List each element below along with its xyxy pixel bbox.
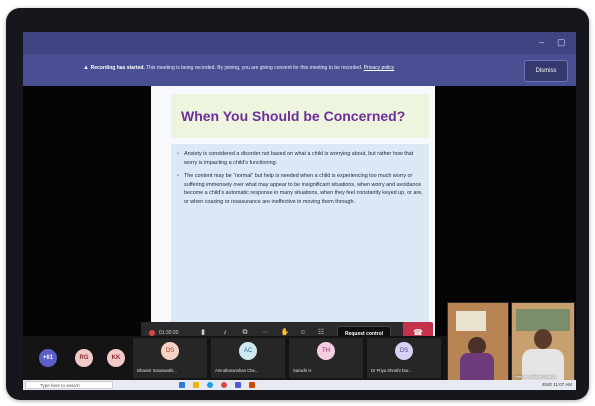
participant-name: Sarachi H bbox=[293, 368, 312, 373]
recording-consent-text: This meeting is being recorded. By joini… bbox=[144, 65, 364, 71]
participant-tile[interactable]: DS Dr Priya Shruthi Dur... bbox=[367, 338, 441, 378]
participant-tile[interactable]: DS Dhanvir Saraswathi... bbox=[133, 338, 207, 378]
edge-browser-icon[interactable] bbox=[207, 382, 213, 388]
file-explorer-icon[interactable] bbox=[193, 382, 199, 388]
participant-avatar: AC bbox=[239, 342, 257, 360]
participant-avatar: DS bbox=[161, 342, 179, 360]
background-shelf bbox=[516, 309, 570, 331]
participant-tile[interactable]: TH Sarachi H bbox=[289, 338, 363, 378]
recording-started-label: Recording has started. bbox=[90, 65, 145, 71]
maximize-button[interactable]: ▢ bbox=[557, 37, 566, 47]
slide-body: • Anxiety is considered a disorder not b… bbox=[171, 144, 429, 336]
video-participant-name: Hebbar Sasikla (Guest) bbox=[514, 374, 556, 379]
chrome-icon[interactable] bbox=[221, 382, 227, 388]
participant-avatar[interactable]: RG bbox=[75, 349, 93, 367]
participant-tile[interactable]: AC Amrutharanshan Che... bbox=[211, 338, 285, 378]
slide-bullet: • The content may be “normal” but help i… bbox=[177, 172, 423, 206]
meeting-stage: When You Should be Concerned? • Anxiety … bbox=[23, 86, 576, 360]
slide-title: When You Should be Concerned? bbox=[181, 108, 406, 124]
powerpoint-icon[interactable] bbox=[249, 382, 255, 388]
participant-name: Dhanvir Saraswathi... bbox=[137, 368, 177, 373]
device-frame: – ▢ ▲ Recording has started. This meetin… bbox=[6, 8, 589, 400]
participant-avatar: DS bbox=[395, 342, 413, 360]
participant-avatar: TH bbox=[317, 342, 335, 360]
background-poster bbox=[456, 311, 486, 331]
bullet-icon: • bbox=[177, 151, 179, 157]
participant-name: Dr Priya Shruthi Dur... bbox=[371, 368, 412, 373]
person-body bbox=[460, 353, 494, 381]
privacy-policy-link[interactable]: Privacy policy bbox=[364, 65, 395, 71]
screen: – ▢ ▲ Recording has started. This meetin… bbox=[23, 32, 576, 390]
participants-strip: +61 RG KK DS Dhanvir Saraswathi... AC Am… bbox=[23, 302, 576, 382]
participant-video[interactable]: Hebbar Sasikla (Guest) bbox=[511, 302, 575, 382]
shared-slide: When You Should be Concerned? • Anxiety … bbox=[151, 86, 435, 336]
system-tray-clock[interactable]: ENG 11:07 AM bbox=[542, 381, 572, 389]
windows-taskbar: Type here to search ENG 11:07 AM bbox=[23, 380, 576, 390]
slide-title-box: When You Should be Concerned? bbox=[171, 94, 429, 138]
slide-bullet: • Anxiety is considered a disorder not b… bbox=[177, 150, 423, 167]
warning-icon: ▲ bbox=[83, 65, 91, 71]
slide-bullet-text: Anxiety is considered a disorder not bas… bbox=[184, 151, 414, 166]
teams-icon[interactable] bbox=[235, 382, 241, 388]
teams-title-bar: – ▢ bbox=[23, 32, 576, 54]
windows-icon[interactable] bbox=[179, 382, 185, 388]
slide-bullet-text: The content may be “normal” but help is … bbox=[184, 173, 423, 205]
dismiss-button[interactable]: Dismiss bbox=[524, 60, 568, 82]
minimize-button[interactable]: – bbox=[539, 37, 544, 47]
person-head bbox=[534, 329, 552, 349]
recording-banner: ▲ Recording has started. This meeting is… bbox=[23, 54, 576, 87]
recording-notice: ▲ Recording has started. This meeting is… bbox=[83, 65, 394, 71]
bullet-icon: • bbox=[177, 173, 179, 179]
participant-video[interactable] bbox=[447, 302, 509, 382]
participant-avatar[interactable]: KK bbox=[107, 349, 125, 367]
participant-name: Amrutharanshan Che... bbox=[215, 368, 259, 373]
overflow-participants-avatar[interactable]: +61 bbox=[39, 349, 57, 367]
taskbar-search-box[interactable]: Type here to search bbox=[25, 381, 113, 389]
